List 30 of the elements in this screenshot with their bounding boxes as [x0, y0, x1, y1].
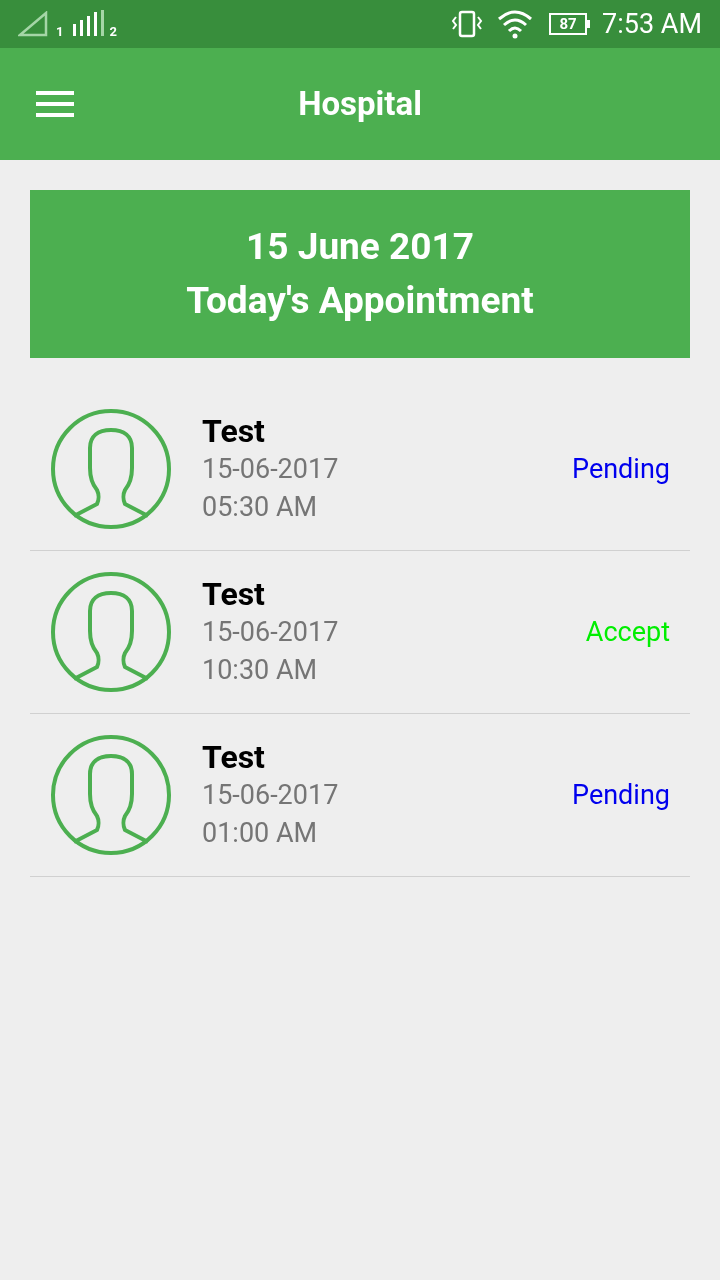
appointment-row[interactable]: Test 15-06-2017 01:00 AM Pending: [30, 714, 690, 877]
sim-label: 1: [56, 23, 64, 42]
appointment-time: 05:30 AM: [202, 490, 319, 525]
appointment-date: 15-06-2017: [202, 452, 340, 487]
appointment-row[interactable]: Test 15-06-2017 10:30 AM Accept: [30, 551, 690, 714]
menu-icon[interactable]: [36, 88, 76, 120]
battery-icon: 87: [549, 13, 591, 35]
wifi-icon: [497, 9, 534, 39]
avatar-icon: [50, 734, 172, 856]
banner-date: 15 June 2017: [246, 224, 474, 270]
patient-name: Test: [202, 738, 266, 776]
appointment-date: 15-06-2017: [202, 778, 340, 813]
status-label: Pending: [572, 451, 670, 487]
status-label: Pending: [572, 777, 670, 813]
patient-name: Test: [202, 575, 266, 613]
clock: 7:53 AM: [602, 6, 702, 42]
vibrate-icon: [451, 9, 484, 39]
banner-title: Today's Appointment: [186, 278, 534, 324]
appointment-time: 01:00 AM: [202, 816, 319, 851]
status-label: Accept: [585, 614, 670, 650]
avatar-icon: [50, 408, 172, 530]
patient-name: Test: [202, 412, 266, 450]
avatar-icon: [50, 571, 172, 693]
app-title: Hospital: [298, 83, 422, 126]
sim-label: 2: [109, 23, 117, 42]
signal-icon: [71, 10, 106, 38]
appointment-date: 15-06-2017: [202, 615, 340, 650]
appointment-row[interactable]: Test 15-06-2017 05:30 AM Pending: [30, 388, 690, 551]
signal-icon: [18, 11, 48, 37]
appointment-time: 10:30 AM: [202, 653, 319, 688]
